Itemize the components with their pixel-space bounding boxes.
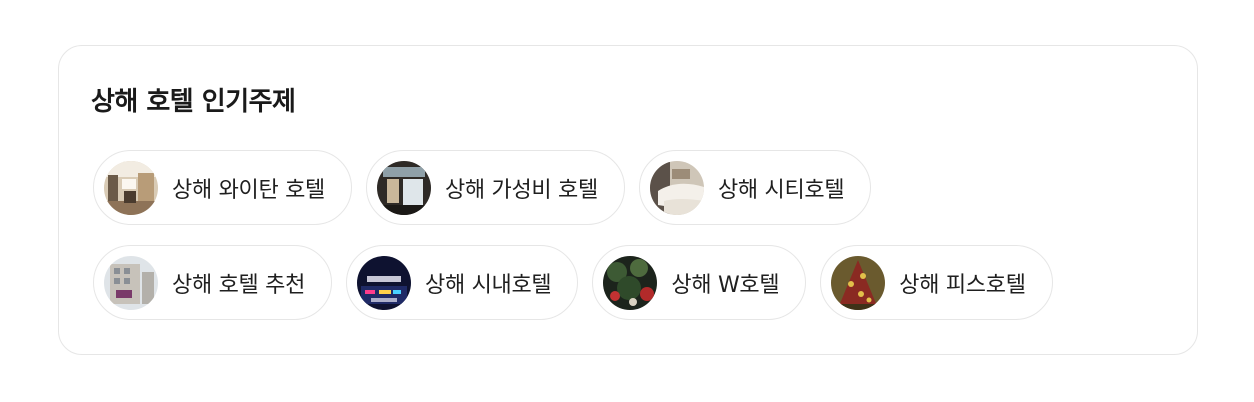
thumbnail-image <box>357 255 412 310</box>
topic-chip-budget-hotel[interactable]: 상해 가성비 호텔 <box>365 150 625 225</box>
thumbnail-image <box>603 255 658 310</box>
topic-chip-hotel-recommendation[interactable]: 상해 호텔 추천 <box>93 245 333 320</box>
chip-label: 상해 호텔 추천 <box>172 272 306 298</box>
topic-chip-row: 상해 와이탄 호텔 상해 가성비 호텔 상해 시티호텔 <box>93 150 872 225</box>
thumbnail-image <box>831 255 886 310</box>
thumbnail-image <box>649 160 704 215</box>
topic-chip-downtown-hotel[interactable]: 상해 시내호텔 <box>346 245 579 320</box>
popular-topics-card: 상해 호텔 인기주제 상해 와이탄 호텔 상해 가성비 호텔 상해 시티호텔 상… <box>58 45 1198 355</box>
topic-chip-peace-hotel[interactable]: 상해 피스호텔 <box>820 245 1053 320</box>
thumbnail-image <box>104 160 158 215</box>
topic-chip-w-hotel[interactable]: 상해 W호텔 <box>592 245 807 320</box>
thumbnail-image <box>376 160 431 215</box>
thumbnail-image <box>104 255 158 310</box>
section-title: 상해 호텔 인기주제 <box>91 87 296 117</box>
chip-label: 상해 시티호텔 <box>717 177 845 203</box>
chip-label: 상해 W호텔 <box>671 272 780 298</box>
chip-label: 상해 가성비 호텔 <box>444 177 598 203</box>
chip-label: 상해 와이탄 호텔 <box>172 177 325 203</box>
topic-chip-city-hotel[interactable]: 상해 시티호텔 <box>638 150 872 225</box>
topic-chip-row: 상해 호텔 추천 상해 시내호텔 상해 W호텔 상해 피스호텔 <box>93 245 1053 320</box>
topic-chip-waitan-hotel[interactable]: 상해 와이탄 호텔 <box>93 150 352 225</box>
chip-label: 상해 피스호텔 <box>899 272 1026 298</box>
chip-label: 상해 시내호텔 <box>425 272 552 298</box>
